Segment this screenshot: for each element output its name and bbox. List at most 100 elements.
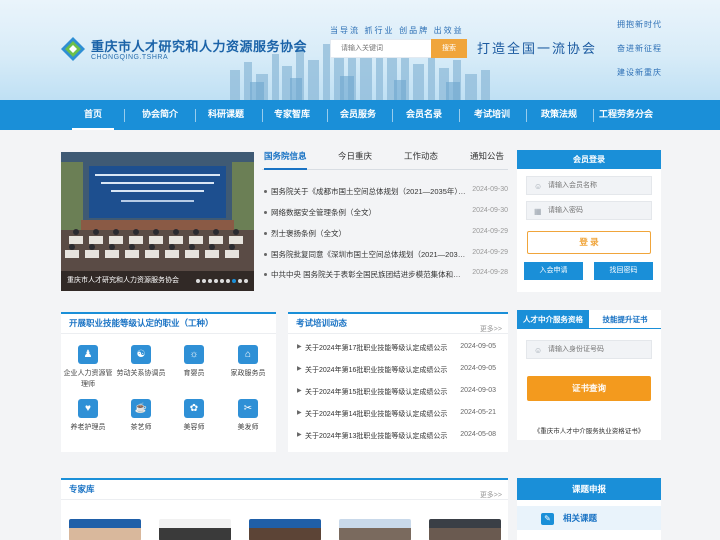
search-button[interactable]: 搜索 xyxy=(431,39,467,58)
exam-title[interactable]: 关于2024年第17批职业技能等级认定成绩公示 xyxy=(305,343,455,353)
home-icon: ⌂ xyxy=(238,345,258,364)
job-label: 茶艺师 xyxy=(130,424,152,431)
exam-item[interactable]: ▶ 关于2024年第16批职业技能等级认定成绩公示 2024-09-05 xyxy=(297,365,502,379)
nav-divider xyxy=(327,109,328,122)
tab-work-news[interactable]: 工作动态 xyxy=(404,150,438,170)
related-topics-label: 相关课题 xyxy=(563,513,598,523)
job-housekeeping[interactable]: ⌂ 家政服务员 xyxy=(223,345,273,379)
job-hr-manager[interactable]: ♟ 企业人力资源管理师 xyxy=(63,345,113,390)
bullet-icon xyxy=(264,232,267,235)
news-title[interactable]: 国务院批复同意《深圳市国土空间总体规划（2021—2035年）》 xyxy=(271,249,467,260)
exam-item[interactable]: ▶ 关于2024年第15批职业技能等级认定成绩公示 2024-09-03 xyxy=(297,387,502,401)
username-field: ☺ xyxy=(526,176,652,195)
nav-policies[interactable]: 政策法规 xyxy=(532,100,586,130)
news-item[interactable]: 网络数据安全管理条例（全文） 2024-09-30 xyxy=(262,207,508,221)
nav-member-directory[interactable]: 会员名录 xyxy=(398,100,450,130)
tab-notices[interactable]: 通知公告 xyxy=(470,150,504,170)
tab-today-chongqing[interactable]: 今日重庆 xyxy=(338,150,372,170)
certificate-query-button[interactable]: 证书查询 xyxy=(527,376,651,401)
arrow-right-icon: ▶ xyxy=(297,432,302,438)
nav-research[interactable]: 科研课题 xyxy=(200,100,252,130)
exam-date: 2024-09-03 xyxy=(460,387,496,394)
exam-more-link[interactable]: 更多>> xyxy=(480,320,502,339)
nav-divider xyxy=(593,109,594,122)
exam-title[interactable]: 关于2024年第14批职业技能等级认定成绩公示 xyxy=(305,409,455,419)
password-input[interactable] xyxy=(548,202,648,219)
nav-about[interactable]: 协会简介 xyxy=(134,100,186,130)
news-title[interactable]: 网络数据安全管理条例（全文） xyxy=(271,207,467,218)
related-topics-link[interactable]: ✎ 相关课题 xyxy=(517,506,661,530)
job-label: 企业人力资源管理师 xyxy=(63,370,113,388)
slide-dot[interactable] xyxy=(196,279,200,283)
news-item[interactable]: 国务院批复同意《深圳市国土空间总体规划（2021—2035年）》 2024-09… xyxy=(262,249,508,263)
slide-dot[interactable] xyxy=(214,279,218,283)
certificate-note: 《重庆市人才中介服务执业资格证书》 xyxy=(533,428,645,435)
expert-more-link[interactable]: 更多>> xyxy=(480,486,502,505)
slide-dot[interactable] xyxy=(202,279,206,283)
nav-labor-branch[interactable]: 工程劳务分会 xyxy=(596,100,656,130)
exam-title[interactable]: 关于2024年第13批职业技能等级认定成绩公示 xyxy=(305,431,455,441)
news-item[interactable]: 中共中央 国务院关于表彰全国民族团结进步模范集体和模范个人的决定 2024-09… xyxy=(262,269,508,283)
username-input[interactable] xyxy=(548,177,648,194)
job-elderly-care[interactable]: ♥ 养老护理员 xyxy=(63,399,113,433)
nav-divider xyxy=(262,109,263,122)
exam-item[interactable]: ▶ 关于2024年第17批职业技能等级认定成绩公示 2024-09-05 xyxy=(297,343,502,357)
news-item[interactable]: 国务院关于《成都市国土空间总体规划（2021—2035年）》的批复 2024-0… xyxy=(262,186,508,200)
nav-divider xyxy=(124,109,125,122)
user-icon: ☺ xyxy=(534,346,543,355)
org-name: 重庆市人才研究和人力资源服务协会 xyxy=(91,39,308,54)
exam-date: 2024-05-21 xyxy=(460,409,496,416)
news-slider[interactable]: 重庆市人才研究和人力资源服务协会 xyxy=(61,152,254,291)
news-title[interactable]: 烈士褒扬条例（全文） xyxy=(271,228,467,239)
exam-item[interactable]: ▶ 关于2024年第14批职业技能等级认定成绩公示 2024-05-21 xyxy=(297,409,502,423)
job-labor-relations[interactable]: ☯ 劳动关系协调员 xyxy=(116,345,166,379)
slide-dot[interactable] xyxy=(226,279,230,283)
main-nav: 首页 协会简介 科研课题 专家智库 会员服务 会员名录 考试培训 政策法规 工程… xyxy=(0,100,720,130)
news-tabs: 国务院信息 今日重庆 工作动态 通知公告 xyxy=(262,150,508,170)
id-number-field: ☺ xyxy=(526,340,652,359)
slide-dot[interactable] xyxy=(244,279,248,283)
slide-dot[interactable] xyxy=(238,279,242,283)
slogan-right-3: 建设新重庆 xyxy=(617,68,662,77)
news-item[interactable]: 烈士褒扬条例（全文） 2024-09-29 xyxy=(262,228,508,242)
join-application-button[interactable]: 入会申请 xyxy=(524,262,583,280)
slide-dot[interactable] xyxy=(208,279,212,283)
news-date: 2024-09-28 xyxy=(472,269,508,276)
job-hairdresser[interactable]: ✂ 美发师 xyxy=(223,399,273,433)
exam-training-header: 考试培训动态 更多>> xyxy=(288,312,508,334)
exam-item[interactable]: ▶ 关于2024年第13批职业技能等级认定成绩公示 2024-05-08 xyxy=(297,431,502,445)
tab-state-council[interactable]: 国务院信息 xyxy=(264,150,307,170)
expert-photo[interactable] xyxy=(339,519,411,540)
slide-dot[interactable] xyxy=(220,279,224,283)
news-title[interactable]: 中共中央 国务院关于表彰全国民族团结进步模范集体和模范个人的决定 xyxy=(271,269,467,280)
job-label: 劳动关系协调员 xyxy=(116,370,166,377)
nav-exam-training[interactable]: 考试培训 xyxy=(465,100,519,130)
nav-home[interactable]: 首页 xyxy=(72,100,114,130)
job-tea-art[interactable]: ☕ 茶艺师 xyxy=(116,399,166,433)
slide-dots xyxy=(196,279,248,283)
slide-dot-active[interactable] xyxy=(232,279,236,283)
bullet-icon xyxy=(264,273,267,276)
login-button[interactable]: 登 录 xyxy=(527,231,651,254)
org-name-english: CHONGQING.TSHRA xyxy=(91,54,169,61)
expert-library-title: 专家库 xyxy=(69,484,95,494)
expert-photo[interactable] xyxy=(69,519,141,540)
nav-experts[interactable]: 专家智库 xyxy=(266,100,318,130)
expert-photo[interactable] xyxy=(159,519,231,540)
expert-photo[interactable] xyxy=(429,519,501,540)
recover-password-button[interactable]: 找回密码 xyxy=(594,262,653,280)
expert-photo[interactable] xyxy=(249,519,321,540)
news-title[interactable]: 国务院关于《成都市国土空间总体规划（2021—2035年）》的批复 xyxy=(271,186,467,197)
handshake-icon: ☯ xyxy=(131,345,151,364)
news-date: 2024-09-30 xyxy=(472,207,508,214)
nav-member-services[interactable]: 会员服务 xyxy=(332,100,384,130)
exam-title[interactable]: 关于2024年第15批职业技能等级认定成绩公示 xyxy=(305,387,455,397)
exam-training-panel: 考试培训动态 更多>> ▶ 关于2024年第17批职业技能等级认定成绩公示 20… xyxy=(288,312,508,452)
id-number-input[interactable] xyxy=(548,341,648,358)
job-beautician[interactable]: ✿ 美容师 xyxy=(169,399,219,433)
tab-agency-qualification[interactable]: 人才中介服务资格 xyxy=(517,310,589,329)
tab-skill-certificate[interactable]: 技能提升证书 xyxy=(589,310,661,329)
exam-title[interactable]: 关于2024年第16批职业技能等级认定成绩公示 xyxy=(305,365,455,375)
search-input[interactable] xyxy=(331,40,437,57)
job-nanny[interactable]: ☼ 育婴员 xyxy=(169,345,219,379)
